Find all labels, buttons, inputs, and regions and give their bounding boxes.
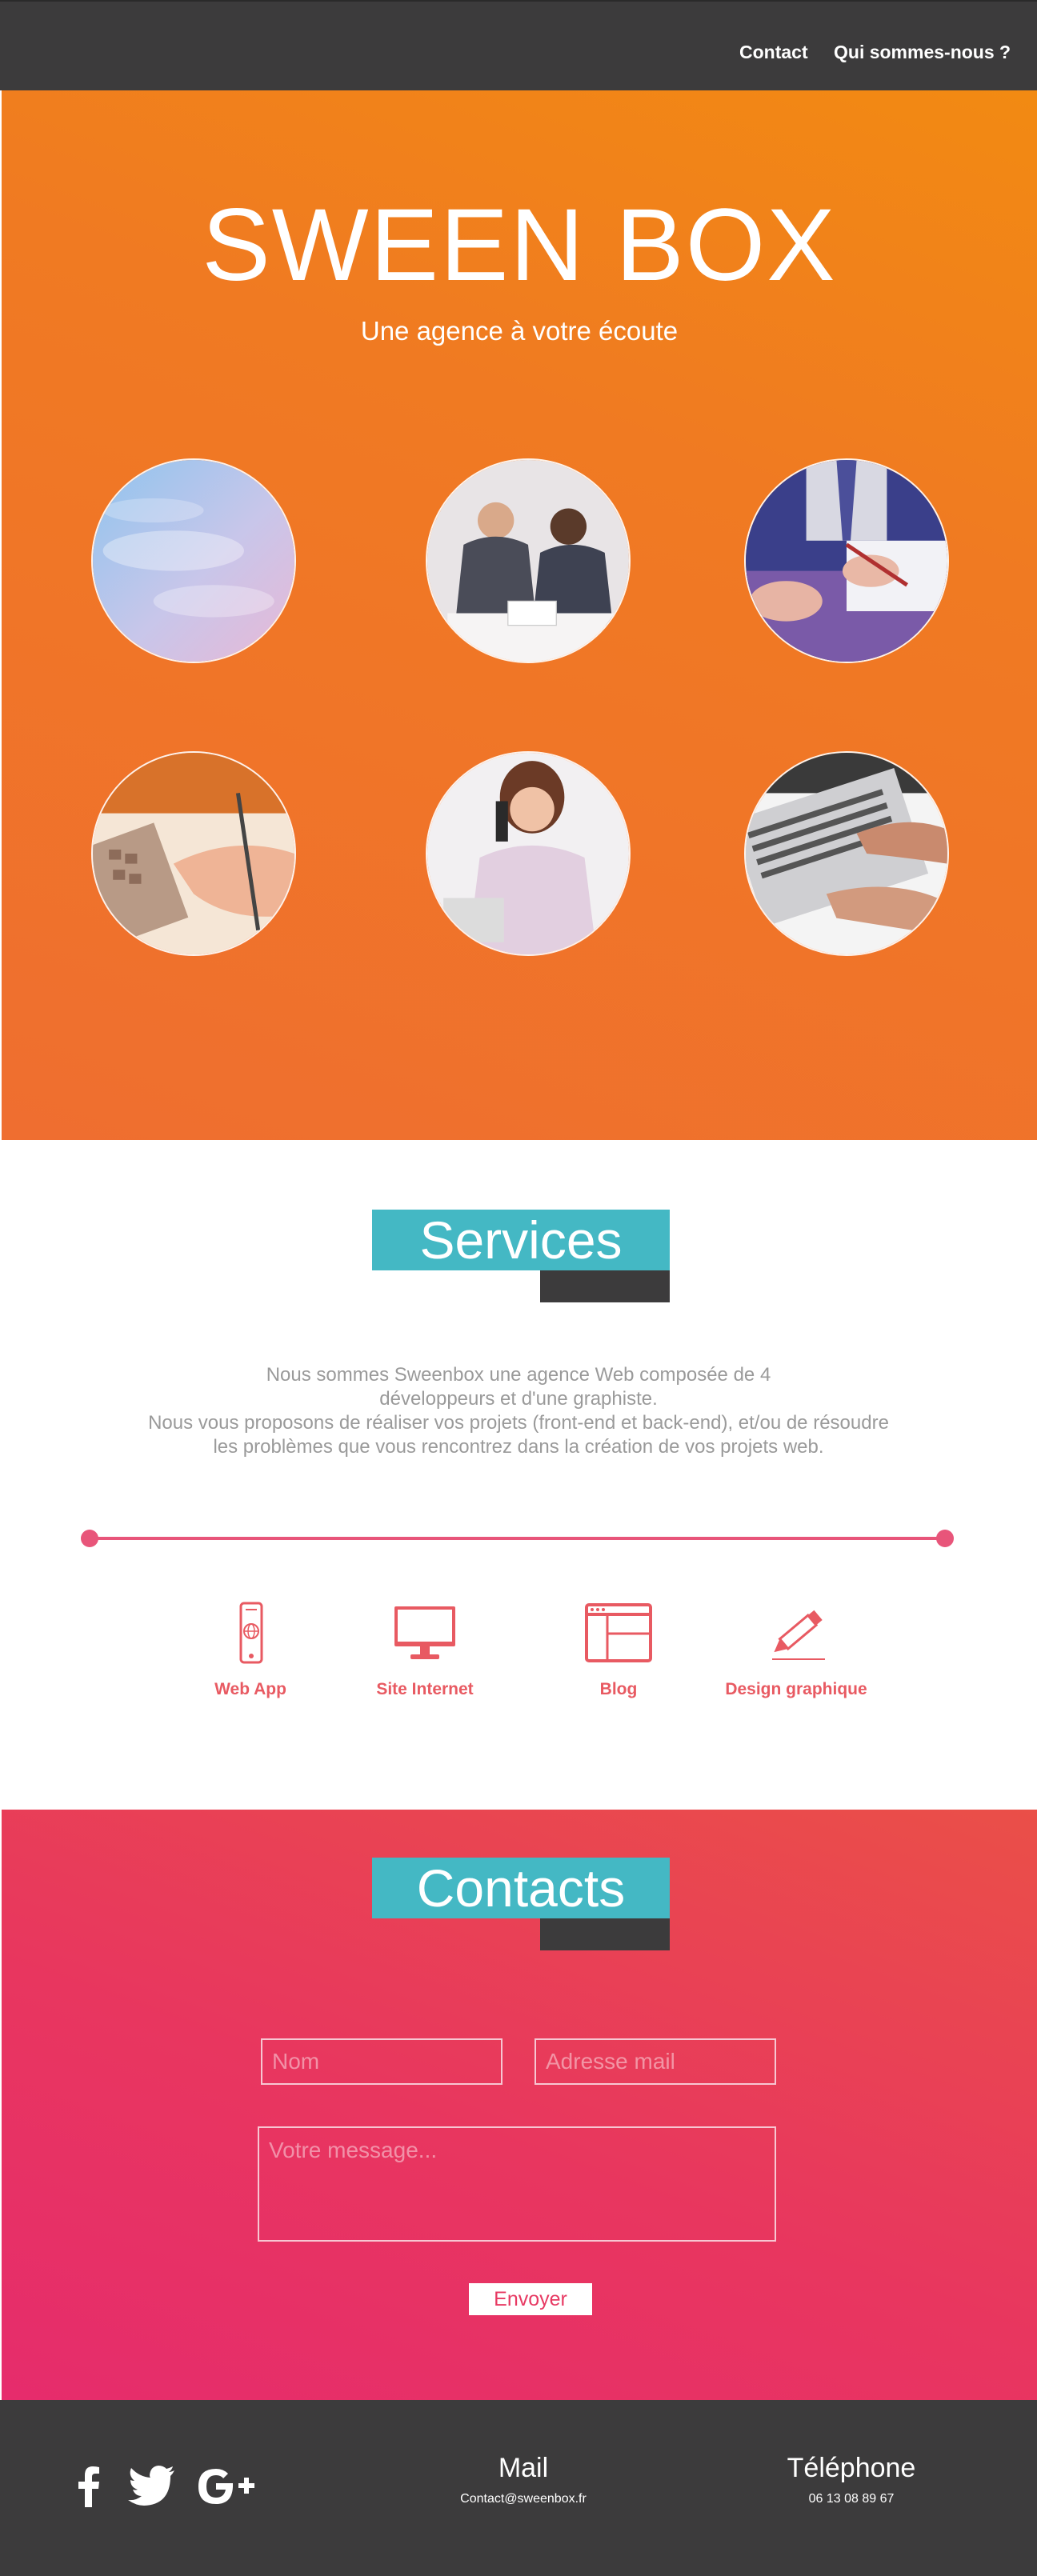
browser-window-icon <box>585 1603 652 1662</box>
phone-call-woman-photo <box>426 751 631 956</box>
timeline-divider <box>81 1530 954 1547</box>
twitter-icon[interactable] <box>128 2466 176 2507</box>
services-title-block: Services <box>372 1210 670 1302</box>
title-shadow-bar <box>540 1270 670 1302</box>
description-line: Nous sommes Sweenbox une agence Web comp… <box>266 1364 771 1386</box>
service-label: Blog <box>599 1680 638 1698</box>
email-input[interactable] <box>535 2038 776 2085</box>
contacts-title: Contacts <box>372 1858 670 1918</box>
service-design-graphique[interactable]: Design graphique <box>708 1602 884 1699</box>
footer: Mail Contact@sweenbox.fr Téléphone 06 13… <box>0 2400 1037 2576</box>
business-meeting-photo <box>426 458 631 663</box>
mail-heading: Mail <box>498 2453 549 2483</box>
footer-mail: Mail Contact@sweenbox.fr <box>419 2453 627 2506</box>
services-title: Services <box>372 1210 670 1270</box>
send-button[interactable]: Envoyer <box>469 2283 592 2315</box>
top-navbar: Contact Qui sommes-nous ? <box>0 0 1037 90</box>
sky-photo <box>91 458 296 663</box>
pencil-icon <box>772 1610 825 1660</box>
description-line: Nous vous proposons de réaliser vos proj… <box>148 1412 889 1434</box>
service-web-app[interactable]: Web App <box>162 1602 338 1699</box>
smartphone-globe-icon <box>239 1602 263 1664</box>
divider-line <box>90 1537 945 1540</box>
service-blog[interactable]: Blog <box>531 1602 707 1699</box>
hero-section: SWEEN BOX Une agence à votre écoute <box>2 90 1037 1140</box>
description-line: les problèmes que vous rencontrez dans l… <box>213 1436 824 1458</box>
hero-subtitle: Une agence à votre écoute <box>360 316 679 346</box>
service-label: Web App <box>214 1680 286 1698</box>
message-textarea[interactable] <box>258 2126 776 2242</box>
calculator-photo <box>91 751 296 956</box>
laptop-typing-photo <box>744 751 949 956</box>
phone-value: 06 13 08 89 67 <box>808 2492 895 2506</box>
signing-document-photo <box>744 458 949 663</box>
monitor-icon <box>394 1606 455 1659</box>
name-input[interactable] <box>261 2038 502 2085</box>
footer-phone: Téléphone 06 13 08 89 67 <box>747 2453 955 2506</box>
nav-link-about[interactable]: Qui sommes-nous ? <box>834 42 1011 63</box>
services-description: Nous sommes Sweenbox une agence Web comp… <box>96 1363 941 1459</box>
service-site-internet[interactable]: Site Internet <box>337 1602 513 1699</box>
service-label: Site Internet <box>376 1680 474 1698</box>
contacts-title-block: Contacts <box>372 1858 670 1950</box>
mail-value[interactable]: Contact@sweenbox.fr <box>419 2492 627 2506</box>
facebook-icon[interactable] <box>77 2466 101 2507</box>
divider-dot <box>936 1530 954 1547</box>
title-shadow-bar <box>540 1918 670 1950</box>
phone-heading: Téléphone <box>787 2453 916 2483</box>
nav-link-contact[interactable]: Contact <box>739 42 808 63</box>
service-label: Design graphique <box>725 1680 867 1698</box>
google-plus-icon[interactable] <box>195 2466 256 2507</box>
divider-dot <box>81 1530 98 1547</box>
description-line: développeurs et d'une graphiste. <box>379 1388 658 1410</box>
hero-title: SWEEN BOX <box>202 188 837 302</box>
